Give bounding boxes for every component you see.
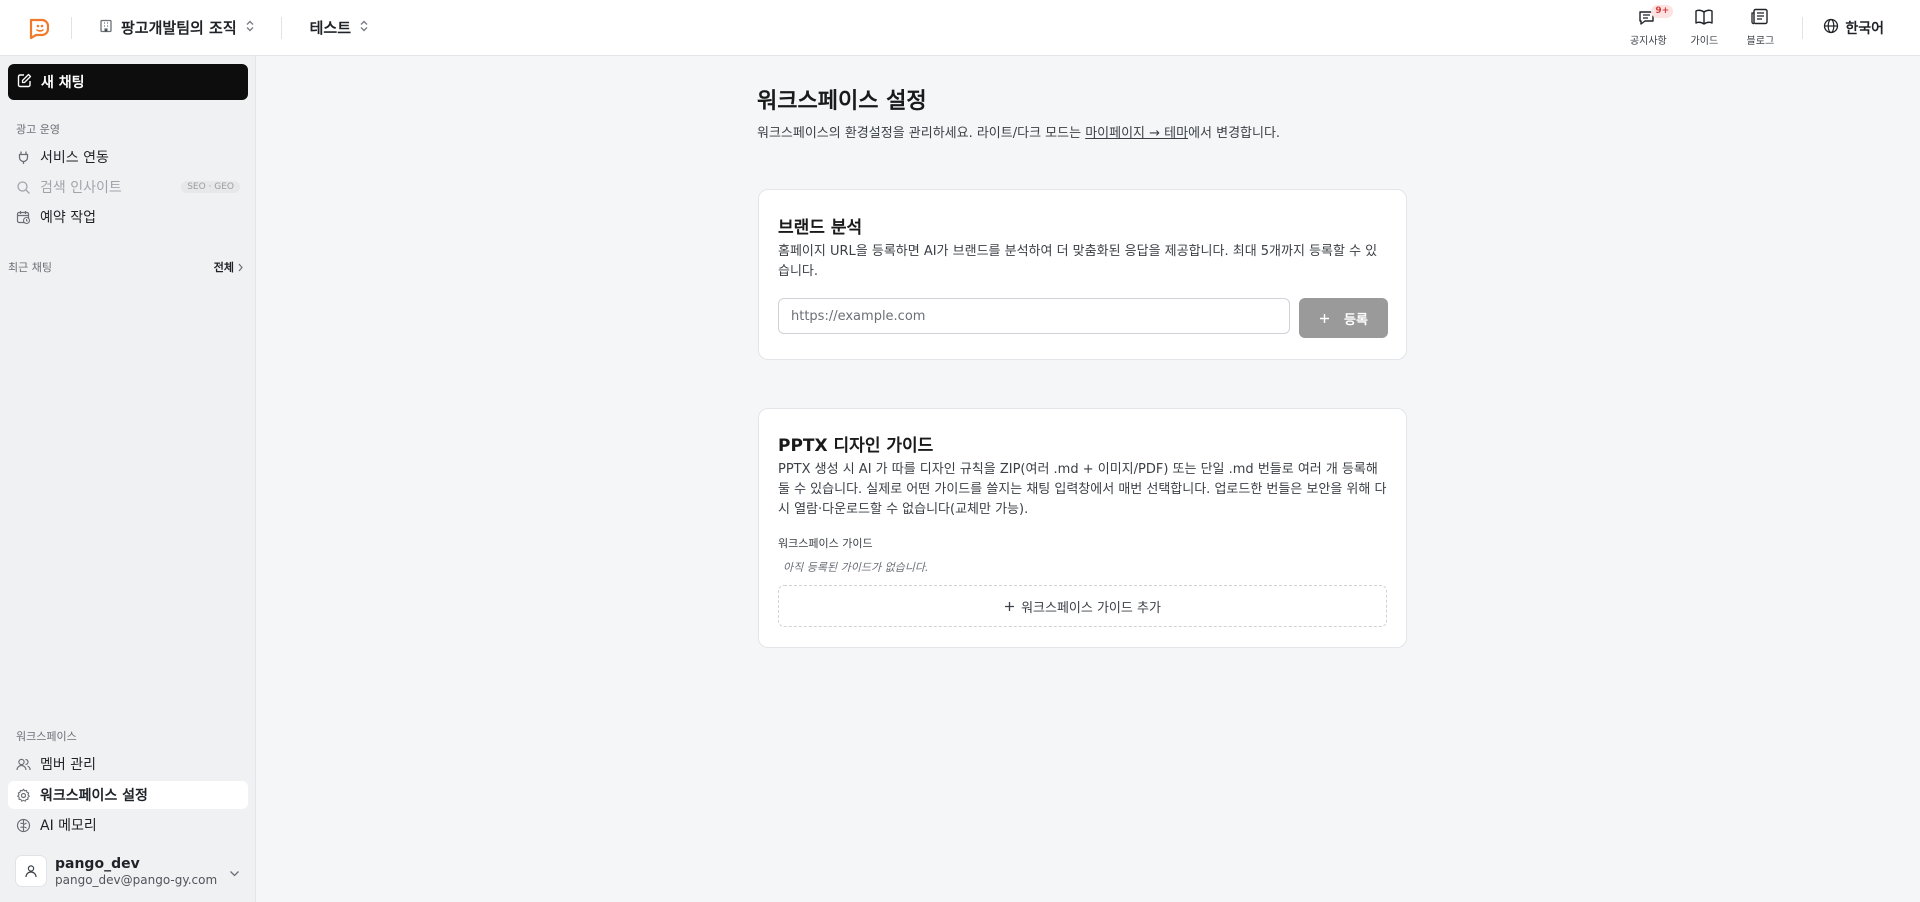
gear-icon (16, 788, 31, 803)
sidebar-item-label: AI 메모리 (40, 818, 97, 834)
chevron-up-down-icon (245, 20, 255, 35)
org-switcher[interactable]: 팡고개발팀의 조직 (99, 17, 255, 38)
divider (1802, 16, 1804, 39)
divider (71, 16, 72, 39)
recent-chats-header: 최근 채팅 전체 (8, 259, 244, 275)
sidebar-item-label: 멤버 관리 (40, 757, 96, 773)
top-header: 팡고개발팀의 조직 테스트 9+ 공지사항 가이드 블로그 한국어 (0, 0, 1920, 56)
all-label: 전체 (213, 261, 234, 274)
add-guide-label: 워크스페이스 가이드 추가 (1021, 600, 1161, 616)
project-switcher[interactable]: 테스트 (310, 17, 369, 38)
workspace-guide-label: 워크스페이스 가이드 (778, 537, 873, 550)
desc-text-after: 에서 변경합니다. (1188, 126, 1281, 141)
org-name: 팡고개발팀의 조직 (121, 19, 237, 37)
recent-chats-label: 최근 채팅 (8, 261, 52, 274)
sidebar-item-service-integration[interactable]: 서비스 연동 (8, 143, 248, 171)
notice-badge: 9+ (1651, 5, 1674, 18)
guide-button[interactable]: 가이드 (1676, 8, 1732, 47)
pptx-guide-card: PPTX 디자인 가이드 PPTX 생성 시 AI 가 따를 디자인 규칙을 Z… (758, 408, 1407, 648)
calendar-clock-icon (16, 210, 31, 225)
app-logo[interactable] (27, 17, 49, 39)
avatar (15, 855, 47, 887)
user-name: pango_dev (55, 855, 140, 872)
brain-icon (16, 818, 31, 833)
sidebar-item-label: 검색 인사이트 (40, 180, 122, 196)
scrollbar[interactable] (1909, 57, 1920, 902)
sidebar-item-label: 예약 작업 (40, 210, 96, 226)
user-menu[interactable]: pango_dev pango_dev@pango-gy.com (8, 848, 248, 894)
pptx-guide-title: PPTX 디자인 가이드 (778, 436, 934, 456)
sidebar-item-label: 서비스 연동 (40, 150, 109, 166)
plug-icon (16, 150, 31, 165)
sidebar-item-scheduled-tasks[interactable]: 예약 작업 (8, 203, 248, 231)
book-open-icon (1694, 8, 1714, 30)
users-icon (16, 757, 31, 772)
sidebar-item-ai-memory[interactable]: AI 메모리 (8, 811, 248, 839)
add-workspace-guide-button[interactable]: 워크스페이스 가이드 추가 (778, 585, 1387, 627)
new-chat-button[interactable]: 새 채팅 (8, 64, 248, 100)
new-chat-label: 새 채팅 (41, 75, 85, 91)
divider (280, 16, 282, 39)
recent-chats-all-link[interactable]: 전체 (214, 259, 244, 275)
guide-label: 가이드 (1690, 36, 1719, 47)
newspaper-icon (1750, 8, 1770, 30)
globe-icon (1823, 18, 1839, 38)
page-description: 워크스페이스의 환경설정을 관리하세요. 라이트/다크 모드는 마이페이지 → … (757, 122, 1280, 141)
brand-analysis-card: 브랜드 분석 홈페이지 URL을 등록하면 AI가 브랜드를 분석하여 더 맞춤… (758, 189, 1407, 360)
plus-icon (1005, 601, 1015, 611)
empty-guide-note: 아직 등록된 가이드가 없습니다. (783, 561, 929, 574)
register-button[interactable]: 등록 (1299, 298, 1388, 338)
blog-label: 블로그 (1746, 36, 1775, 47)
brand-analysis-title: 브랜드 분석 (778, 218, 863, 238)
chevron-down-icon (229, 862, 240, 881)
blog-button[interactable]: 블로그 (1732, 8, 1788, 47)
language-selector[interactable]: 한국어 (1823, 18, 1884, 38)
pptx-guide-description: PPTX 생성 시 AI 가 따를 디자인 규칙을 ZIP(여러 .md + 이… (778, 462, 1387, 517)
main-content: 워크스페이스 설정 워크스페이스의 환경설정을 관리하세요. 라이트/다크 모드… (257, 57, 1909, 902)
chevron-right-icon (238, 263, 243, 271)
notice-label: 공지사항 (1629, 36, 1667, 47)
seo-geo-badge: SEO · GEO (181, 181, 240, 193)
page-title: 워크스페이스 설정 (757, 89, 927, 114)
search-icon (16, 180, 31, 195)
edit-icon (17, 73, 32, 92)
workspace-section-label: 워크스페이스 (16, 730, 77, 743)
sidebar-item-workspace-settings[interactable]: 워크스페이스 설정 (8, 781, 248, 809)
user-icon (25, 865, 37, 878)
building-icon (99, 19, 113, 37)
language-label: 한국어 (1845, 20, 1884, 37)
ads-section-label: 광고 운영 (16, 123, 60, 136)
brand-analysis-description: 홈페이지 URL을 등록하면 AI가 브랜드를 분석하여 더 맞춤화된 응답을 … (778, 244, 1378, 279)
sidebar: 새 채팅 광고 운영 서비스 연동 검색 인사이트 SEO · GEO 예약 작… (0, 56, 256, 902)
sidebar-item-label: 워크스페이스 설정 (40, 788, 148, 804)
register-label: 등록 (1344, 312, 1368, 328)
desc-text-before: 워크스페이스의 환경설정을 관리하세요. 라이트/다크 모드는 (757, 126, 1086, 141)
brand-url-input[interactable] (778, 298, 1290, 334)
user-email: pango_dev@pango-gy.com (55, 872, 218, 887)
notice-button[interactable]: 9+ 공지사항 (1620, 5, 1676, 47)
chevron-up-down-icon (359, 20, 369, 35)
sidebar-item-search-insight[interactable]: 검색 인사이트 SEO · GEO (8, 173, 248, 201)
sidebar-item-members[interactable]: 멤버 관리 (8, 750, 248, 778)
project-name: 테스트 (309, 19, 352, 37)
plus-icon (1320, 313, 1330, 323)
theme-settings-link[interactable]: 마이페이지 → 테마 (1085, 126, 1188, 141)
